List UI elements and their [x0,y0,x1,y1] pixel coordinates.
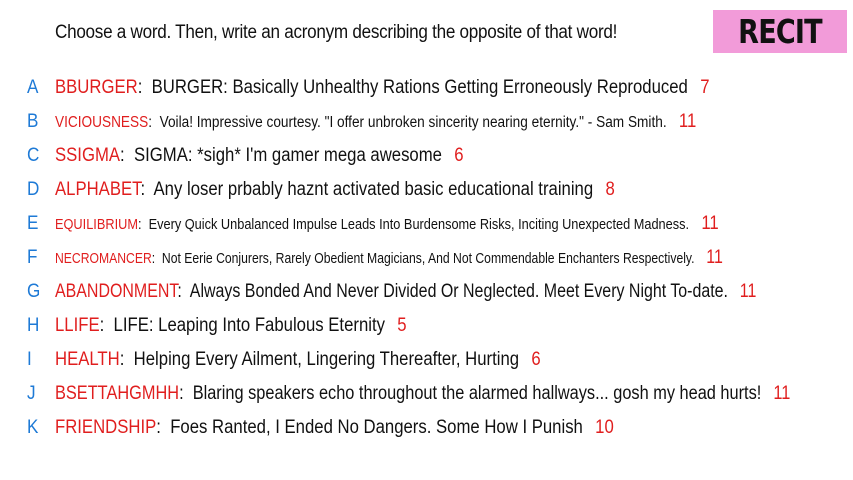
item-desc: Not Eerie Conjurers, Rarely Obedient Mag… [161,251,695,267]
item-count: 11 [678,111,697,132]
item-content: HEALTH: Helping Every Ailment, Lingering… [55,349,541,370]
item-count: 11 [701,213,719,234]
item-content: LLIFE: LIFE: Leaping Into Fabulous Etern… [55,315,407,336]
item-word: ALPHABET [55,179,141,200]
item-word: BBURGER [55,77,138,98]
item-count: 5 [397,315,407,336]
item-count: 11 [739,281,757,302]
item-count: 11 [773,383,791,404]
item-word: EQUILIBRIUM [55,217,138,233]
item-desc: Voila! Impressive courtesy. "I offer unb… [159,114,667,131]
item-content: BBURGER: BURGER: Basically Unhealthy Rat… [55,77,710,98]
item-desc: Any loser prbably haznt activated basic … [153,179,594,200]
badge-label: RECIT [738,12,822,51]
item-letter: E [27,213,39,234]
item-desc: Every Quick Unbalanced Impulse Leads Int… [148,217,690,233]
item-letter: I [27,349,32,370]
item-desc: Always Bonded And Never Divided Or Negle… [189,281,728,302]
item-letter: G [27,281,41,302]
item-word: BSETTAHGMHH [55,383,180,404]
item-word: FRIENDSHIP [55,417,157,438]
item-count: 10 [595,417,614,438]
item-desc: Blaring speakers echo throughout the ala… [192,383,762,404]
recit-badge: RECIT [713,10,847,53]
item-letter: B [27,111,39,132]
item-count: 11 [706,247,723,268]
item-word: NECROMANCER [55,251,152,267]
item-desc: SIGMA: *sigh* I'm gamer mega awesome [133,145,442,166]
item-content: SSIGMA: SIGMA: *sigh* I'm gamer mega awe… [55,145,464,166]
item-content: EQUILIBRIUM: Every Quick Unbalanced Impu… [55,213,719,234]
prompt-text: Choose a word. Then, write an acronym de… [55,22,618,43]
item-letter: K [27,417,39,438]
item-desc: LIFE: Leaping Into Fabulous Eternity [113,315,385,336]
item-count: 8 [605,179,615,200]
item-letter: H [27,315,40,336]
item-word: ABANDONMENT [55,281,178,302]
item-desc: BURGER: Basically Unhealthy Rations Gett… [151,77,688,98]
item-letter: D [27,179,40,200]
item-word: LLIFE [55,315,100,336]
item-count: 7 [700,77,710,98]
item-word: HEALTH [55,349,120,370]
item-count: 6 [454,145,464,166]
item-count: 6 [531,349,541,370]
item-content: VICIOUSNESS: Voila! Impressive courtesy.… [55,111,697,132]
item-desc: Helping Every Ailment, Lingering Thereaf… [133,349,520,370]
item-letter: C [27,145,40,166]
item-content: BSETTAHGMHH: Blaring speakers echo throu… [55,383,791,404]
item-content: ABANDONMENT: Always Bonded And Never Div… [55,281,757,302]
item-desc: Foes Ranted, I Ended No Dangers. Some Ho… [170,417,583,438]
item-content: NECROMANCER: Not Eerie Conjurers, Rarely… [55,247,723,268]
item-content: ALPHABET: Any loser prbably haznt activa… [55,179,615,200]
item-letter: A [27,77,39,98]
item-letter: F [27,247,38,268]
item-word: VICIOUSNESS [55,114,149,131]
item-content: FRIENDSHIP: Foes Ranted, I Ended No Dang… [55,417,614,438]
item-word: SSIGMA [55,145,121,166]
item-letter: J [27,383,36,404]
